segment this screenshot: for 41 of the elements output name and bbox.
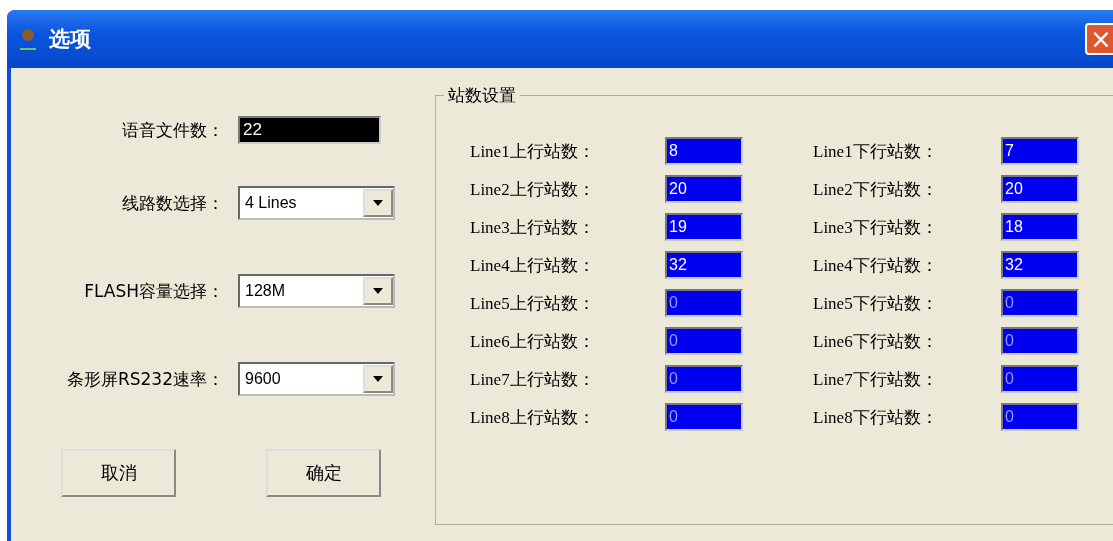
station-count-field[interactable]: 20	[665, 175, 743, 203]
app-icon	[17, 26, 39, 52]
station-count-field[interactable]: 8	[665, 137, 743, 165]
field-label: Line5下行站数：	[813, 292, 939, 315]
dropdown[interactable]: 4 Lines	[238, 186, 395, 220]
field-label: Line1上行站数：	[470, 140, 596, 163]
dialog-button[interactable]: 取消	[61, 449, 176, 497]
field-label: Line5上行站数：	[470, 292, 596, 315]
dropdown-arrow-icon	[373, 200, 383, 206]
window-title: 选项	[49, 26, 91, 53]
close-button[interactable]: ×	[1085, 23, 1113, 55]
group-title: 站数设置	[444, 84, 520, 107]
field-label: Line8上行站数：	[470, 406, 596, 429]
field-label: Line3上行站数：	[470, 216, 596, 239]
voice-file-count-field[interactable]: 22	[238, 116, 381, 144]
field-label: Line1下行站数：	[813, 140, 939, 163]
field-label: Line8下行站数：	[813, 406, 939, 429]
field-label: Line6上行站数：	[470, 330, 596, 353]
dialog-button[interactable]: 确定	[266, 449, 381, 497]
field-label: Line3下行站数：	[813, 216, 939, 239]
field-label: Line4上行站数：	[470, 254, 596, 277]
station-count-field[interactable]: 32	[1001, 251, 1079, 279]
field-label: Line7下行站数：	[813, 368, 939, 391]
field-label: Line2下行站数：	[813, 178, 939, 201]
field-label: 线路数选择：	[121, 191, 225, 215]
dropdown[interactable]: 128M	[238, 274, 395, 308]
field-label: FLASH容量选择：	[83, 279, 225, 303]
station-count-field[interactable]: 18	[1001, 213, 1079, 241]
station-count-field[interactable]: 32	[665, 251, 743, 279]
dropdown[interactable]: 9600	[238, 362, 395, 396]
field-label: 条形屏RS232速率：	[65, 367, 225, 391]
field-label: Line6下行站数：	[813, 330, 939, 353]
field-label: Line4下行站数：	[813, 254, 939, 277]
field-label: Line7上行站数：	[470, 368, 596, 391]
field-label: 语音文件数：	[121, 118, 225, 142]
field-label: Line2上行站数：	[470, 178, 596, 201]
dropdown-arrow-icon	[373, 288, 383, 294]
station-count-field[interactable]: 19	[665, 213, 743, 241]
dropdown-arrow-icon	[373, 376, 383, 382]
station-count-field[interactable]: 20	[1001, 175, 1079, 203]
station-count-field[interactable]: 7	[1001, 137, 1079, 165]
